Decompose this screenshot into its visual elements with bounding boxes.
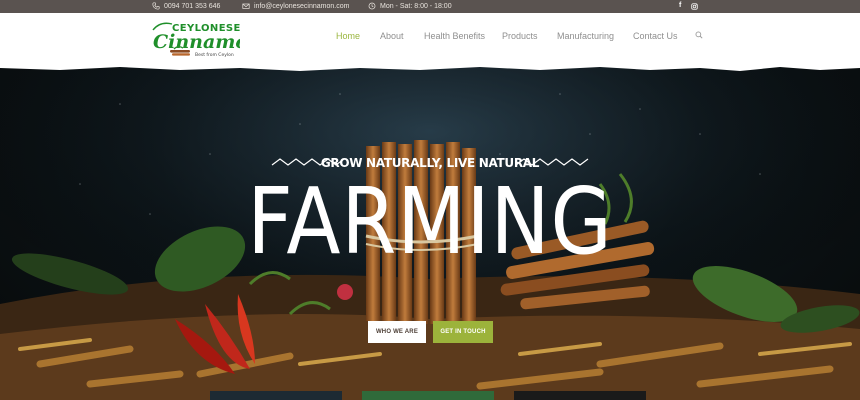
phone-number: 0094 701 353 646 bbox=[164, 2, 221, 10]
site-logo[interactable]: CEYLONESE Cinnamon Best from Ceylon bbox=[150, 18, 262, 60]
nav-health-benefits[interactable]: Health Benefits bbox=[424, 31, 485, 41]
hours-text: Mon - Sat: 8:00 - 18:00 bbox=[380, 2, 452, 10]
site-header: CEYLONESE Cinnamon Best from Ceylon Home… bbox=[0, 13, 860, 64]
logo-graphic: CEYLONESE Cinnamon Best from Ceylon bbox=[152, 22, 262, 58]
feature-card-thumbnail bbox=[210, 391, 342, 400]
brand-line2: Cinnamon bbox=[153, 31, 240, 53]
nav-contact-us[interactable]: Contact Us bbox=[633, 31, 678, 41]
nav-home[interactable]: Home bbox=[336, 31, 360, 41]
email-address: info@ceylonesecinnamon.com bbox=[254, 2, 350, 10]
clock-icon bbox=[368, 2, 376, 10]
mail-icon bbox=[242, 3, 250, 9]
nav-about[interactable]: About bbox=[380, 31, 404, 41]
nav-manufacturing[interactable]: Manufacturing bbox=[557, 31, 614, 41]
email-contact[interactable]: info@ceylonesecinnamon.com bbox=[242, 2, 349, 10]
nav-products[interactable]: Products bbox=[502, 31, 538, 41]
phone-icon bbox=[152, 2, 160, 10]
brand-tagline: Best from Ceylon bbox=[195, 52, 234, 58]
who-we-are-button[interactable]: WHO WE ARE bbox=[368, 321, 426, 343]
hero-headline: FARMING bbox=[247, 168, 613, 275]
instagram-icon[interactable] bbox=[691, 3, 698, 10]
opening-hours: Mon - Sat: 8:00 - 18:00 bbox=[368, 2, 452, 10]
feature-card-thumbnail bbox=[362, 391, 494, 400]
phone-contact[interactable]: 0094 701 353 646 bbox=[152, 2, 220, 10]
get-in-touch-button[interactable]: GET IN TOUCH bbox=[433, 321, 493, 343]
hero-slider: GROW NATURALLY, LIVE NATURAL FARMING WHO… bbox=[0, 64, 860, 400]
facebook-icon[interactable]: f bbox=[679, 2, 681, 9]
search-icon[interactable] bbox=[695, 31, 703, 39]
top-bar: 0094 701 353 646 info@ceylonesecinnamon.… bbox=[0, 0, 860, 13]
feature-card-thumbnail bbox=[514, 391, 646, 400]
